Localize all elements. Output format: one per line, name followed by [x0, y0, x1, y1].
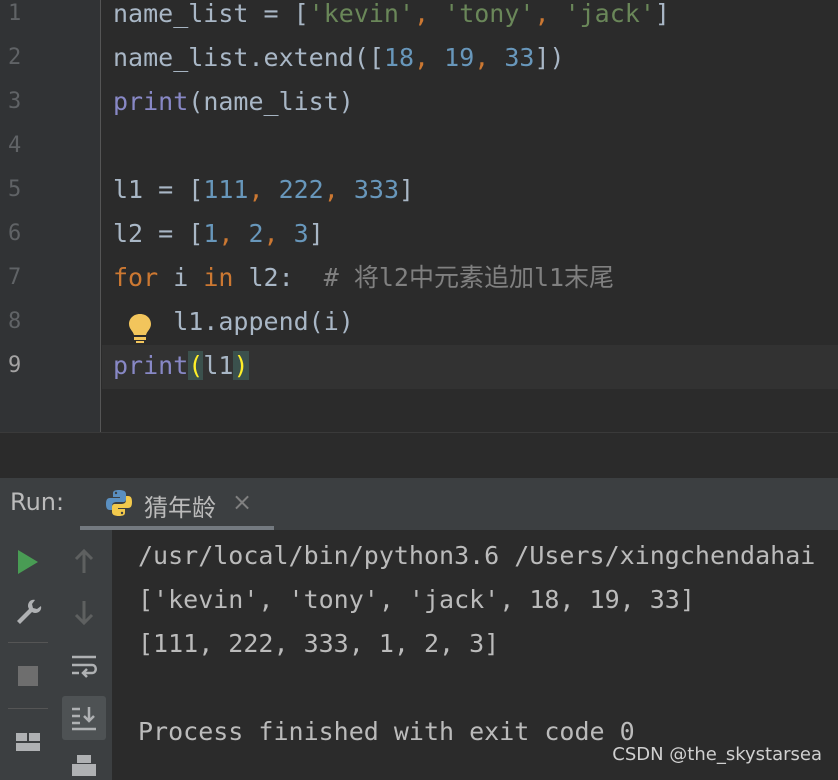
- code-token: ,: [218, 219, 249, 248]
- code-token: ,: [414, 43, 445, 72]
- code-line[interactable]: l2 = [1, 2, 3]: [113, 212, 324, 256]
- line-number: 2: [8, 45, 22, 70]
- code-token: (name_list): [188, 87, 354, 116]
- console-output[interactable]: /usr/local/bin/python3.6 /Users/xingchen…: [112, 530, 838, 780]
- code-line[interactable]: print(name_list): [113, 80, 354, 124]
- stop-icon[interactable]: [10, 658, 46, 694]
- code-token: 1: [203, 219, 219, 248]
- run-toolbar-primary: [0, 530, 57, 780]
- code-token: name_list = [: [113, 0, 309, 28]
- print-icon[interactable]: [66, 752, 102, 780]
- code-token: ]: [308, 219, 324, 248]
- code-token: ]): [534, 43, 565, 72]
- scroll-to-end-icon[interactable]: [62, 696, 106, 740]
- code-token: 18: [383, 43, 415, 72]
- console-line: [111, 222, 333, 1, 2, 3]: [138, 629, 500, 658]
- code-token: # 将l2中元素追加l1末尾: [323, 263, 615, 292]
- code-token: 333: [353, 175, 399, 204]
- run-tab-label: 猜年龄: [144, 494, 216, 522]
- run-icon[interactable]: [10, 544, 46, 580]
- close-icon[interactable]: ×: [232, 488, 252, 516]
- console-line: Process finished with exit code 0: [138, 717, 635, 746]
- run-label: Run:: [10, 488, 65, 516]
- code-token: 222: [278, 175, 324, 204]
- run-toolwindow-header: Run: 猜年龄 ×: [0, 478, 838, 531]
- code-token: 19: [444, 43, 475, 72]
- console-line: ['kevin', 'tony', 'jack', 18, 19, 33]: [138, 585, 695, 614]
- code-token: 2: [248, 219, 264, 248]
- run-tab[interactable]: 猜年龄 ×: [80, 478, 274, 530]
- code-token: l1: [203, 351, 234, 380]
- line-number: 5: [8, 177, 22, 202]
- layout-icon[interactable]: [10, 724, 46, 760]
- editor-bottom-area: [0, 432, 838, 479]
- code-token: 'tony': [444, 0, 535, 28]
- line-number: 4: [8, 133, 22, 158]
- code-token: ,: [534, 0, 565, 28]
- down-arrow-icon[interactable]: [66, 594, 102, 630]
- lightbulb-icon[interactable]: [126, 312, 154, 344]
- up-arrow-icon[interactable]: [66, 544, 102, 580]
- code-token: ,: [474, 43, 505, 72]
- line-number: 7: [8, 265, 22, 290]
- wrench-icon[interactable]: [10, 594, 46, 630]
- code-token: 'kevin': [308, 0, 415, 28]
- run-toolbar-secondary: [56, 530, 113, 780]
- line-number: 1: [8, 1, 22, 26]
- line-number: 6: [8, 221, 22, 246]
- code-token: for: [113, 263, 159, 292]
- line-number: 3: [8, 89, 22, 114]
- code-token: print: [113, 87, 189, 116]
- code-token: print: [113, 351, 189, 380]
- code-token: l2 = [: [113, 219, 204, 248]
- code-token: l2:: [233, 263, 324, 292]
- code-token: name_list.extend([: [113, 43, 384, 72]
- line-number-current: 9: [8, 353, 22, 378]
- code-line[interactable]: l1 = [111, 222, 333]: [113, 168, 414, 212]
- code-token: (: [188, 351, 204, 380]
- code-line[interactable]: name_list = ['kevin', 'tony', 'jack']: [113, 0, 670, 36]
- code-token: ,: [414, 0, 445, 28]
- code-token: ,: [323, 175, 354, 204]
- code-token: 3: [293, 219, 309, 248]
- code-token: ]: [654, 0, 670, 28]
- code-line[interactable]: print(l1): [113, 344, 249, 388]
- code-token: 33: [504, 43, 535, 72]
- code-token: ]: [399, 175, 415, 204]
- watermark: CSDN @the_skystarsea: [612, 744, 822, 765]
- line-number: 8: [8, 309, 22, 334]
- soft-wrap-icon[interactable]: [66, 648, 102, 684]
- code-token: ,: [248, 175, 279, 204]
- code-token: 111: [203, 175, 249, 204]
- code-editor[interactable]: 1 2 3 4 5 6 7 8 9 name_list = ['kevin', …: [0, 0, 838, 432]
- code-token: 'jack': [564, 0, 655, 28]
- python-icon: [106, 490, 132, 516]
- code-token: ): [233, 351, 249, 380]
- code-token: i: [158, 263, 204, 292]
- code-line[interactable]: name_list.extend([18, 19, 33]): [113, 36, 565, 80]
- console-line: /usr/local/bin/python3.6 /Users/xingchen…: [138, 541, 816, 570]
- code-token: ,: [263, 219, 294, 248]
- gutter-divider: [100, 0, 101, 432]
- code-token: l1 = [: [113, 175, 204, 204]
- code-line[interactable]: for i in l2: # 将l2中元素追加l1末尾: [113, 256, 614, 300]
- code-token: in: [203, 263, 234, 292]
